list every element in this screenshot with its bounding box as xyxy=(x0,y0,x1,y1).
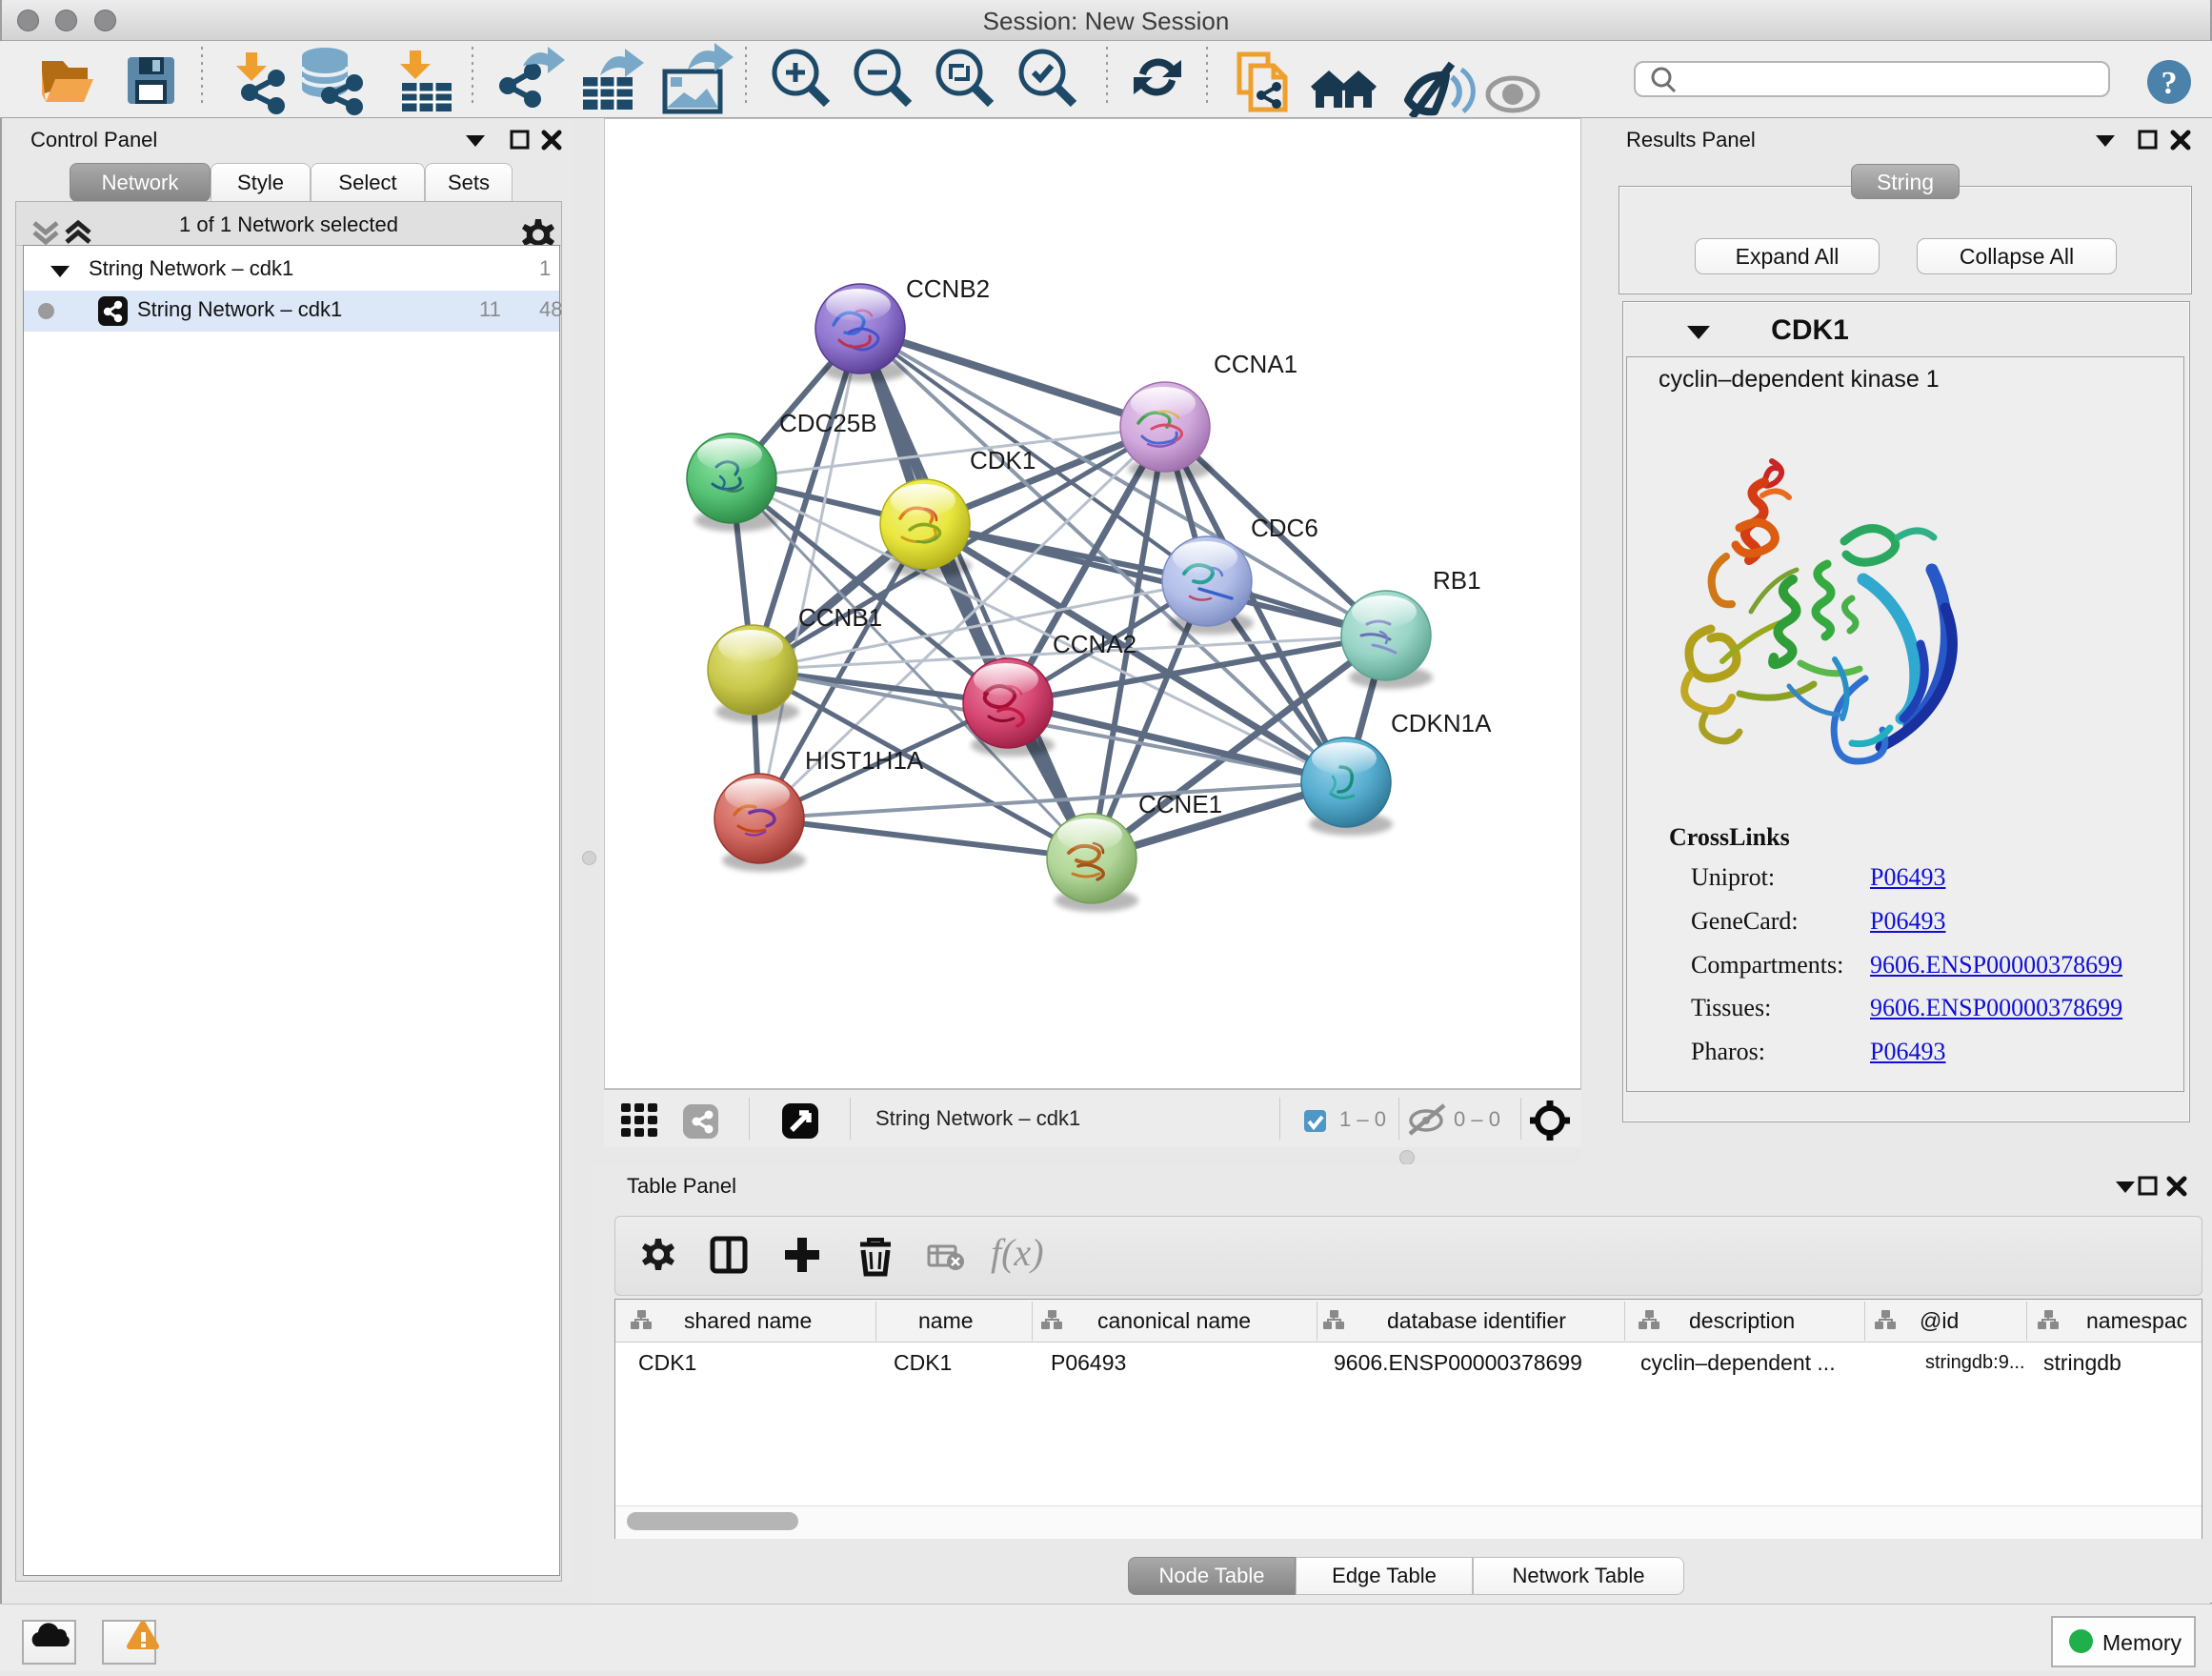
svg-text:RB1: RB1 xyxy=(1433,566,1481,595)
svg-text:CCNE1: CCNE1 xyxy=(1138,790,1222,818)
svg-text:CCNB1: CCNB1 xyxy=(798,603,882,632)
svg-text:CDK1: CDK1 xyxy=(970,446,1036,475)
svg-text:CDC25B: CDC25B xyxy=(779,409,877,437)
svg-text:HIST1H1A: HIST1H1A xyxy=(805,746,924,775)
svg-text:f(x): f(x) xyxy=(991,1231,1044,1274)
svg-text:?: ? xyxy=(2162,66,2178,101)
svg-text:CCNB2: CCNB2 xyxy=(906,274,990,303)
svg-text:CCNA1: CCNA1 xyxy=(1214,350,1297,378)
svg-text:CCNA2: CCNA2 xyxy=(1053,630,1136,658)
svg-text:CDC6: CDC6 xyxy=(1251,514,1318,542)
svg-text:CDKN1A: CDKN1A xyxy=(1391,709,1492,737)
